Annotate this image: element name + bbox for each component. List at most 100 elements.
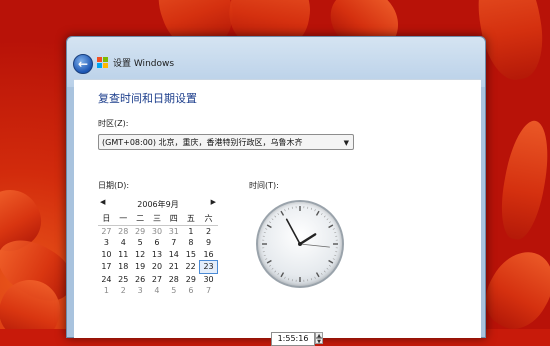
clock-tick <box>281 273 284 277</box>
calendar-day[interactable]: 21 <box>165 261 182 274</box>
calendar-day[interactable]: 28 <box>115 225 132 237</box>
clock-tick <box>272 219 273 220</box>
chevron-down-icon: ▼ <box>344 135 349 151</box>
clock-tick <box>285 209 286 211</box>
calendar-day[interactable]: 8 <box>182 237 199 249</box>
calendar-week-row: 1234567 <box>98 285 218 297</box>
calendar-day[interactable]: 17 <box>98 261 115 274</box>
clock-tick <box>267 225 271 228</box>
calendar-day[interactable]: 1 <box>98 285 115 297</box>
clock-tick <box>278 213 279 215</box>
clock-tick <box>324 216 325 217</box>
clock-tick <box>329 225 333 228</box>
weekday-header: 五 <box>182 213 199 225</box>
clock-tick <box>281 211 284 215</box>
calendar-day[interactable]: 13 <box>149 249 166 261</box>
page-heading: 复查时间和日期设置 <box>98 90 197 106</box>
calendar-day[interactable]: 4 <box>115 237 132 249</box>
time-spinner[interactable]: ▲ ▼ <box>315 332 323 346</box>
date-label: 日期(D): <box>98 180 129 191</box>
clock-tick <box>288 278 289 280</box>
calendar-day[interactable]: 12 <box>132 249 149 261</box>
calendar-day[interactable]: 4 <box>149 285 166 297</box>
clock-tick <box>265 229 267 230</box>
calendar-day[interactable]: 22 <box>182 261 199 274</box>
calendar-day[interactable]: 27 <box>98 225 115 237</box>
clock-tick <box>311 278 312 280</box>
calendar-day[interactable]: 25 <box>115 273 132 285</box>
calendar-day[interactable]: 31 <box>165 225 182 237</box>
calendar-day[interactable]: 26 <box>132 273 149 285</box>
calendar-day[interactable]: 27 <box>149 273 166 285</box>
calendar-day[interactable]: 29 <box>132 225 149 237</box>
calendar-header: ◀ 2006年9月 ▶ <box>98 198 218 212</box>
clock-tick <box>272 268 273 269</box>
clock-tick <box>329 222 331 223</box>
clock-tick <box>264 232 266 233</box>
clock-hour-hand <box>300 234 315 244</box>
clock-tick <box>267 261 271 264</box>
calendar-day[interactable]: 24 <box>98 273 115 285</box>
clock-tick <box>264 255 266 256</box>
spin-down-icon[interactable]: ▼ <box>315 338 323 344</box>
calendar-week-row: 24252627282930 <box>98 273 218 285</box>
calendar-day[interactable]: 11 <box>115 249 132 261</box>
calendar-day[interactable]: 5 <box>132 237 149 249</box>
calendar-day[interactable]: 30 <box>149 225 166 237</box>
clock-tick <box>333 229 335 230</box>
time-label: 时间(T): <box>249 180 279 191</box>
clock-tick <box>269 265 271 266</box>
clock-tick <box>275 271 276 272</box>
clock-tick <box>265 259 267 260</box>
calendar-day[interactable]: 14 <box>165 249 182 261</box>
clock-tick <box>334 232 336 233</box>
weekday-header: 六 <box>200 213 218 225</box>
calendar-day[interactable]: 6 <box>149 237 166 249</box>
calendar-day[interactable]: 2 <box>200 225 218 237</box>
calendar-day[interactable]: 20 <box>149 261 166 274</box>
calendar-week-row: 272829303112 <box>98 225 218 237</box>
calendar-day[interactable]: 7 <box>165 237 182 249</box>
calendar-day[interactable]: 3 <box>132 285 149 297</box>
clock-tick <box>333 259 335 260</box>
clock-tick <box>269 222 271 223</box>
clock-tick <box>324 271 325 272</box>
next-month-icon[interactable]: ▶ <box>211 198 216 206</box>
calendar-day[interactable]: 16 <box>200 249 218 261</box>
calendar-day[interactable]: 28 <box>165 273 182 285</box>
calendar-day[interactable]: 15 <box>182 249 199 261</box>
clock-face <box>258 202 342 286</box>
calendar-month-title: 2006年9月 <box>98 199 218 210</box>
calendar-day[interactable]: 7 <box>200 285 218 297</box>
clock-tick <box>327 268 328 269</box>
clock-tick <box>329 265 331 266</box>
calendar-day[interactable]: 18 <box>115 261 132 274</box>
clock-tick <box>315 277 316 279</box>
calendar-day[interactable]: 9 <box>200 237 218 249</box>
calendar-day[interactable]: 5 <box>165 285 182 297</box>
calendar-day[interactable]: 6 <box>182 285 199 297</box>
calendar-day[interactable]: 2 <box>115 285 132 297</box>
weekday-header: 二 <box>132 213 149 225</box>
calendar-day[interactable]: 29 <box>182 273 199 285</box>
calendar-day[interactable]: 3 <box>98 237 115 249</box>
calendar-day[interactable]: 30 <box>200 273 218 285</box>
calendar-week-row: 17181920212223 <box>98 261 218 274</box>
time-input[interactable]: 1:55:16 <box>271 332 315 346</box>
clock-tick <box>327 219 328 220</box>
calendar-day[interactable]: 19 <box>132 261 149 274</box>
calendar-day[interactable]: 10 <box>98 249 115 261</box>
calendar-grid: 日一二三四五六 27282930311234567891011121314151… <box>98 213 218 297</box>
calendar-week-row: 10111213141516 <box>98 249 218 261</box>
back-arrow-icon[interactable]: ← <box>73 54 93 74</box>
clock-tick <box>315 209 316 211</box>
clock-tick <box>275 216 276 217</box>
clock-tick <box>285 277 286 279</box>
clock-tick <box>317 273 320 277</box>
clock-second-hand <box>300 244 330 247</box>
timezone-dropdown[interactable]: (GMT+08:00) 北京，重庆，香港特别行政区，乌鲁木齐 ▼ <box>98 134 354 150</box>
weekday-header: 一 <box>115 213 132 225</box>
clock-tick <box>278 273 279 275</box>
calendar-day[interactable]: 23 <box>200 261 218 274</box>
calendar-day[interactable]: 1 <box>182 225 199 237</box>
